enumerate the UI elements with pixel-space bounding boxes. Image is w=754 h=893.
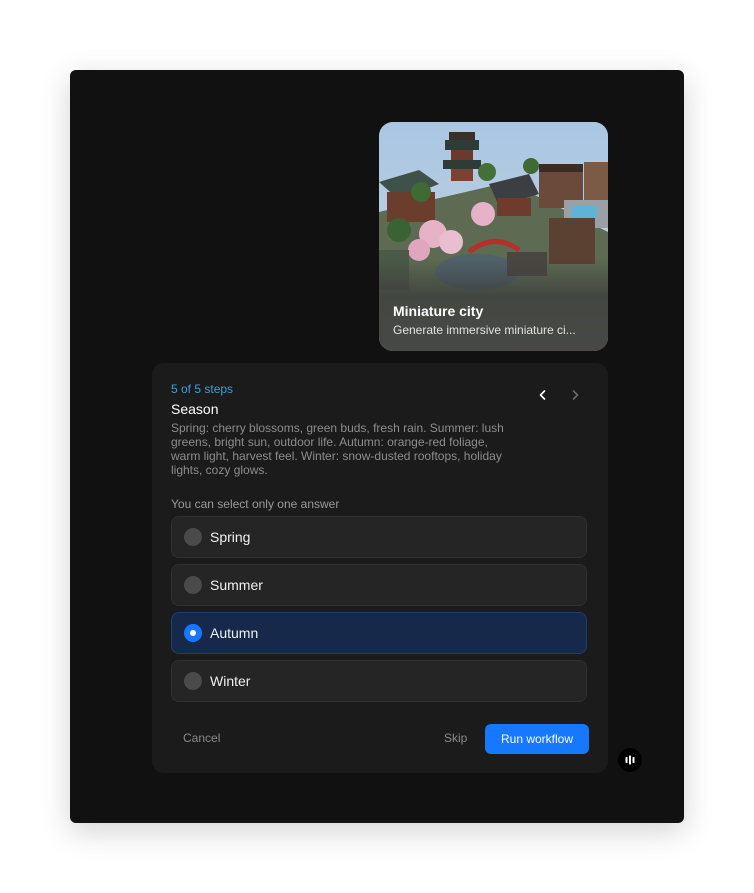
logo-bars-icon <box>625 755 635 765</box>
app-logo-icon[interactable] <box>618 748 642 772</box>
question-panel: 5 of 5 steps Season Spring: cherry bloss… <box>152 363 608 773</box>
option-spring[interactable]: Spring <box>171 516 587 558</box>
card-subtitle: Generate immersive miniature ci... <box>393 323 576 337</box>
radio-button[interactable] <box>184 528 202 546</box>
option-winter[interactable]: Winter <box>171 660 587 702</box>
run-workflow-button[interactable]: Run workflow <box>485 724 589 754</box>
option-autumn[interactable]: Autumn <box>171 612 587 654</box>
radio-button[interactable] <box>184 576 202 594</box>
selection-hint: You can select only one answer <box>171 497 340 511</box>
option-summer[interactable]: Summer <box>171 564 587 606</box>
option-label: Spring <box>210 529 251 545</box>
option-label: Winter <box>210 673 251 689</box>
card-title: Miniature city <box>393 303 484 319</box>
step-counter: 5 of 5 steps <box>171 382 234 396</box>
skip-button[interactable]: Skip <box>444 731 467 745</box>
previous-step-button[interactable] <box>531 383 555 407</box>
chevron-left-icon <box>539 390 546 400</box>
radio-button-selected[interactable] <box>184 624 202 642</box>
radio-button[interactable] <box>184 672 202 690</box>
cancel-button[interactable]: Cancel <box>183 731 220 745</box>
option-label: Summer <box>210 577 263 593</box>
question-description: Spring: cherry blossoms, green buds, fre… <box>171 421 504 477</box>
question-title: Season <box>171 401 219 417</box>
option-label: Autumn <box>210 625 259 641</box>
next-step-button[interactable] <box>563 383 587 407</box>
chevron-right-icon <box>572 390 579 400</box>
workflow-card[interactable]: Miniature city Generate immersive miniat… <box>379 122 608 351</box>
app-window: Miniature city Generate immersive miniat… <box>70 70 684 823</box>
